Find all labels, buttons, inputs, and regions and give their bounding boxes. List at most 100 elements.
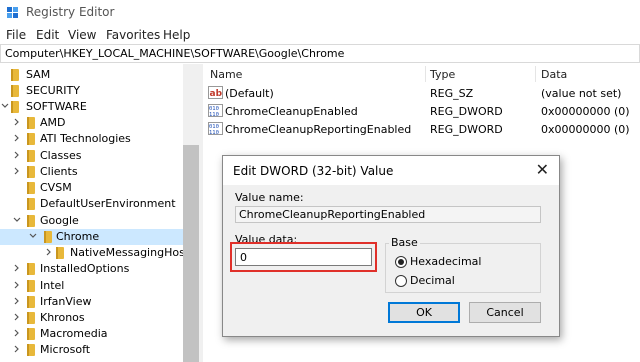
folder-icon (27, 150, 35, 162)
chevron-right-icon[interactable] (12, 150, 22, 160)
tree-item-label: IrfanView (40, 295, 92, 308)
value-type-cell: REG_DWORD (430, 105, 503, 118)
tree-item-label: AMD (40, 116, 66, 129)
tree-item-microsoft[interactable]: Microsoft (0, 342, 183, 358)
tree-item-khronos[interactable]: Khronos (0, 310, 183, 326)
folder-icon (11, 101, 19, 113)
svg-text:110: 110 (209, 112, 219, 117)
radio-selected-dot (398, 259, 404, 265)
dialog-body: Value name: ChromeCleanupReportingEnable… (223, 185, 559, 336)
registry-tree[interactable]: SAM SECURITY SOFTWARE AMD ATI Technologies Cl… (0, 64, 198, 362)
value-name-label: Value name: (235, 191, 304, 204)
tree-item-irfanview[interactable]: IrfanView (0, 294, 183, 310)
address-bar[interactable]: Computer\HKEY_LOCAL_MACHINE\SOFTWARE\Goo… (0, 44, 640, 63)
tree-item-ati-technologies[interactable]: ATI Technologies (0, 131, 183, 147)
column-header-name[interactable]: Name (210, 68, 242, 81)
folder-icon (27, 263, 35, 275)
tree-item-sam[interactable]: SAM (0, 67, 183, 83)
window-title: Registry Editor (26, 5, 115, 19)
tree-item-label: Macromedia (40, 327, 108, 340)
cancel-button[interactable]: Cancel (469, 302, 541, 323)
chevron-right-icon[interactable] (12, 344, 22, 354)
folder-icon (27, 215, 35, 227)
chevron-right-icon[interactable] (12, 166, 22, 176)
close-icon[interactable]: ✕ (536, 160, 549, 179)
tree-item-label: SOFTWARE (26, 100, 87, 113)
tree-item-label: Clients (40, 165, 78, 178)
value-name-field: ChromeCleanupReportingEnabled (235, 206, 541, 223)
column-divider[interactable] (535, 66, 536, 82)
highlight-annotation (230, 242, 377, 272)
ok-button[interactable]: OK (388, 302, 460, 323)
tree-item-label: ATI Technologies (40, 132, 131, 145)
tree-item-nativemessaginghosts[interactable]: NativeMessagingHosts (0, 245, 195, 261)
string-value-icon: ab (208, 86, 223, 99)
value-name-cell: (Default) (225, 87, 274, 100)
base-group (385, 243, 541, 293)
tree-item-installedoptions[interactable]: InstalledOptions (0, 261, 183, 277)
tree-item-label: Chrome (53, 230, 103, 243)
chevron-right-icon[interactable] (12, 296, 22, 306)
value-name-cell: ChromeCleanupEnabled (225, 105, 358, 118)
tree-item-software[interactable]: SOFTWARE (0, 99, 183, 115)
chevron-right-icon[interactable] (12, 328, 22, 338)
chevron-right-icon[interactable] (12, 263, 22, 273)
svg-text:110: 110 (209, 130, 219, 135)
value-data-cell: 0x00000000 (0) (541, 105, 630, 118)
tree-item-security[interactable]: SECURITY (0, 83, 183, 99)
tree-item-label: Classes (40, 149, 82, 162)
folder-icon (27, 117, 35, 129)
tree-item-amd[interactable]: AMD (0, 115, 183, 131)
menu-edit[interactable]: Edit (36, 28, 59, 42)
chevron-right-icon[interactable] (12, 280, 22, 290)
tree-item-google[interactable]: Google (0, 213, 183, 229)
tree-item-cvsm[interactable]: CVSM (0, 180, 183, 196)
tree-item-label: NativeMessagingHosts (70, 246, 195, 259)
menu-help[interactable]: Help (163, 28, 190, 42)
menu-file[interactable]: File (6, 28, 26, 42)
chevron-right-icon[interactable] (12, 312, 22, 322)
chevron-right-icon[interactable] (44, 247, 54, 257)
chevron-down-icon[interactable] (0, 101, 10, 111)
column-header-data[interactable]: Data (541, 68, 567, 81)
value-row[interactable]: 010 110 ChromeCleanupReportingEnabled REG_D… (203, 120, 640, 138)
tree-item-chrome[interactable]: Chrome (0, 229, 183, 245)
menu-favorites[interactable]: Favorites (106, 28, 160, 42)
folder-icon (11, 85, 19, 97)
radio-button[interactable] (395, 256, 407, 268)
value-name-cell: ChromeCleanupReportingEnabled (225, 123, 412, 136)
column-divider[interactable] (425, 66, 426, 82)
tree-item-macromedia[interactable]: Macromedia (0, 326, 183, 342)
tree-item-label: Intel (40, 279, 65, 292)
chevron-down-icon[interactable] (28, 231, 38, 241)
value-row[interactable]: ab (Default) REG_SZ (value not set) (203, 84, 640, 102)
chevron-down-icon[interactable] (12, 215, 22, 225)
column-header-type[interactable]: Type (430, 68, 455, 81)
tree-item-label: CVSM (40, 181, 72, 194)
folder-icon (27, 312, 35, 324)
radio-decimal-label: Decimal (410, 274, 455, 287)
tree-item-classes[interactable]: Classes (0, 148, 183, 164)
tree-item-label: SAM (26, 68, 51, 81)
tree-item-label: Google (40, 214, 79, 227)
value-row[interactable]: 010 110 ChromeCleanupEnabled REG_DWORD 0x000… (203, 102, 640, 120)
chevron-right-icon[interactable] (12, 117, 22, 127)
radio-button[interactable] (395, 275, 407, 287)
chevron-right-icon[interactable] (12, 133, 22, 143)
menu-view[interactable]: View (68, 28, 96, 42)
edit-dword-dialog: Edit DWORD (32-bit) Value ✕ Value name: … (222, 155, 560, 337)
folder-icon (56, 247, 64, 259)
folder-icon (11, 69, 19, 81)
tree-item-clients[interactable]: Clients (0, 164, 183, 180)
folder-icon (27, 182, 35, 194)
registry-editor-icon (7, 7, 18, 18)
dword-value-icon: 010 110 (208, 104, 223, 118)
tree-scrollbar-thumb[interactable] (183, 145, 199, 362)
tree-item-label: InstalledOptions (40, 262, 130, 275)
tree-item-defaultuserenvironment[interactable]: DefaultUserEnvironment (0, 196, 183, 212)
tree-item-intel[interactable]: Intel (0, 278, 183, 294)
radio-hexadecimal-label: Hexadecimal (410, 255, 482, 268)
folder-icon (27, 166, 35, 178)
value-type-cell: REG_SZ (430, 87, 474, 100)
folder-icon (44, 231, 52, 243)
